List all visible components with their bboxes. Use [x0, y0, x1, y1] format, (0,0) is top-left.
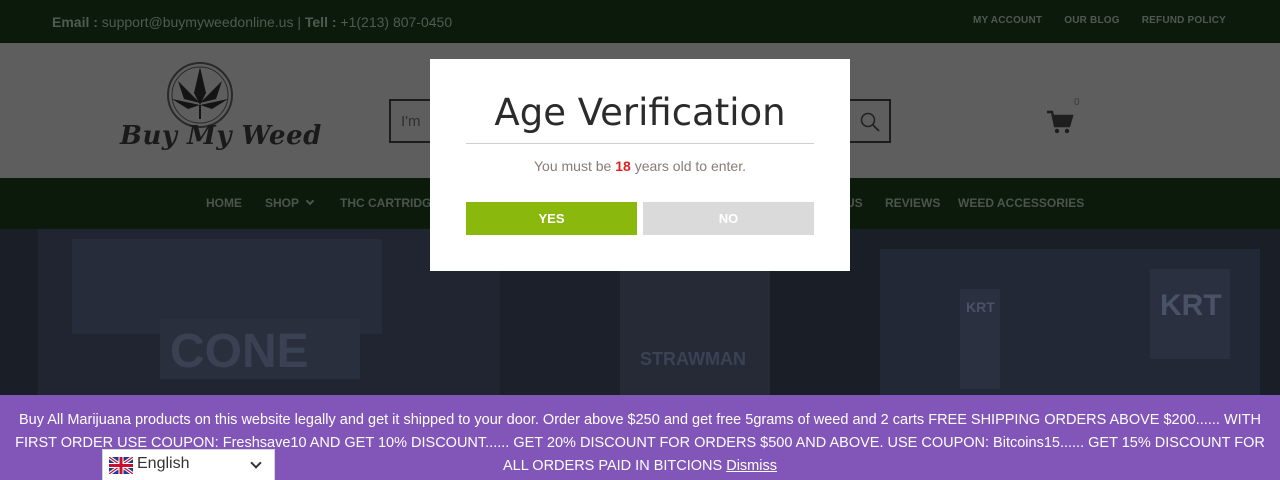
cart-count-badge: 0 — [1074, 97, 1080, 108]
hero-text: CONE — [170, 325, 309, 378]
nav-item-weed-accessories[interactable]: WEED ACCESSORIES — [958, 196, 1084, 210]
yes-button[interactable]: YES — [466, 202, 637, 235]
hero-text: KRT — [1160, 289, 1222, 322]
age-requirement: 18 — [615, 158, 631, 174]
nav-item-reviews[interactable]: REVIEWS — [885, 196, 940, 210]
no-button[interactable]: NO — [643, 202, 814, 235]
uk-flag-icon — [109, 457, 133, 474]
email-label: Email : — [52, 14, 98, 30]
nav-item-shop[interactable]: SHOP — [265, 196, 315, 210]
shopping-cart-icon[interactable] — [1046, 109, 1074, 135]
top-bar: Email : support@buymyweedonline.us | Tel… — [0, 0, 1280, 43]
language-selector[interactable]: English — [102, 449, 275, 480]
contact-info: Email : support@buymyweedonline.us | Tel… — [52, 14, 452, 30]
chevron-down-icon — [250, 457, 262, 469]
my-account-link[interactable]: MY ACCOUNT — [973, 15, 1042, 26]
our-blog-link[interactable]: OUR BLOG — [1064, 15, 1120, 26]
message-prefix: You must be — [534, 158, 612, 174]
modal-divider — [466, 143, 814, 144]
modal-message: You must be 18 years old to enter. — [430, 158, 850, 174]
refund-policy-link[interactable]: REFUND POLICY — [1142, 15, 1226, 26]
search-icon[interactable] — [859, 111, 881, 133]
email-link[interactable]: support@buymyweedonline.us — [102, 14, 294, 30]
age-verification-modal: Age Verification You must be 18 years ol… — [430, 59, 850, 271]
site-logo[interactable]: Buy My Weed — [118, 59, 321, 159]
contact-separator: | — [297, 14, 301, 30]
tel-link[interactable]: +1(213) 807-0450 — [340, 14, 452, 30]
nav-item-shop-label: SHOP — [265, 196, 300, 210]
message-suffix: years old to enter. — [634, 158, 746, 174]
modal-title: Age Verification — [494, 91, 786, 134]
logo-text: Buy My Weed — [120, 121, 322, 151]
product-box — [620, 269, 770, 395]
search-placeholder: I'm — [401, 113, 421, 130]
dismiss-link[interactable]: Dismiss — [726, 458, 777, 474]
language-label: English — [137, 455, 190, 472]
hero-text: KRT — [966, 299, 995, 315]
hero-text: STRAWMAN — [640, 349, 746, 369]
nav-item-thc-cartridge[interactable]: THC CARTRIDGE — [340, 196, 439, 210]
tel-label: Tell : — [304, 14, 337, 30]
nav-item-home[interactable]: HOME — [206, 196, 242, 210]
chevron-down-icon — [305, 196, 315, 206]
top-links: MY ACCOUNT OUR BLOG REFUND POLICY — [973, 15, 1226, 26]
